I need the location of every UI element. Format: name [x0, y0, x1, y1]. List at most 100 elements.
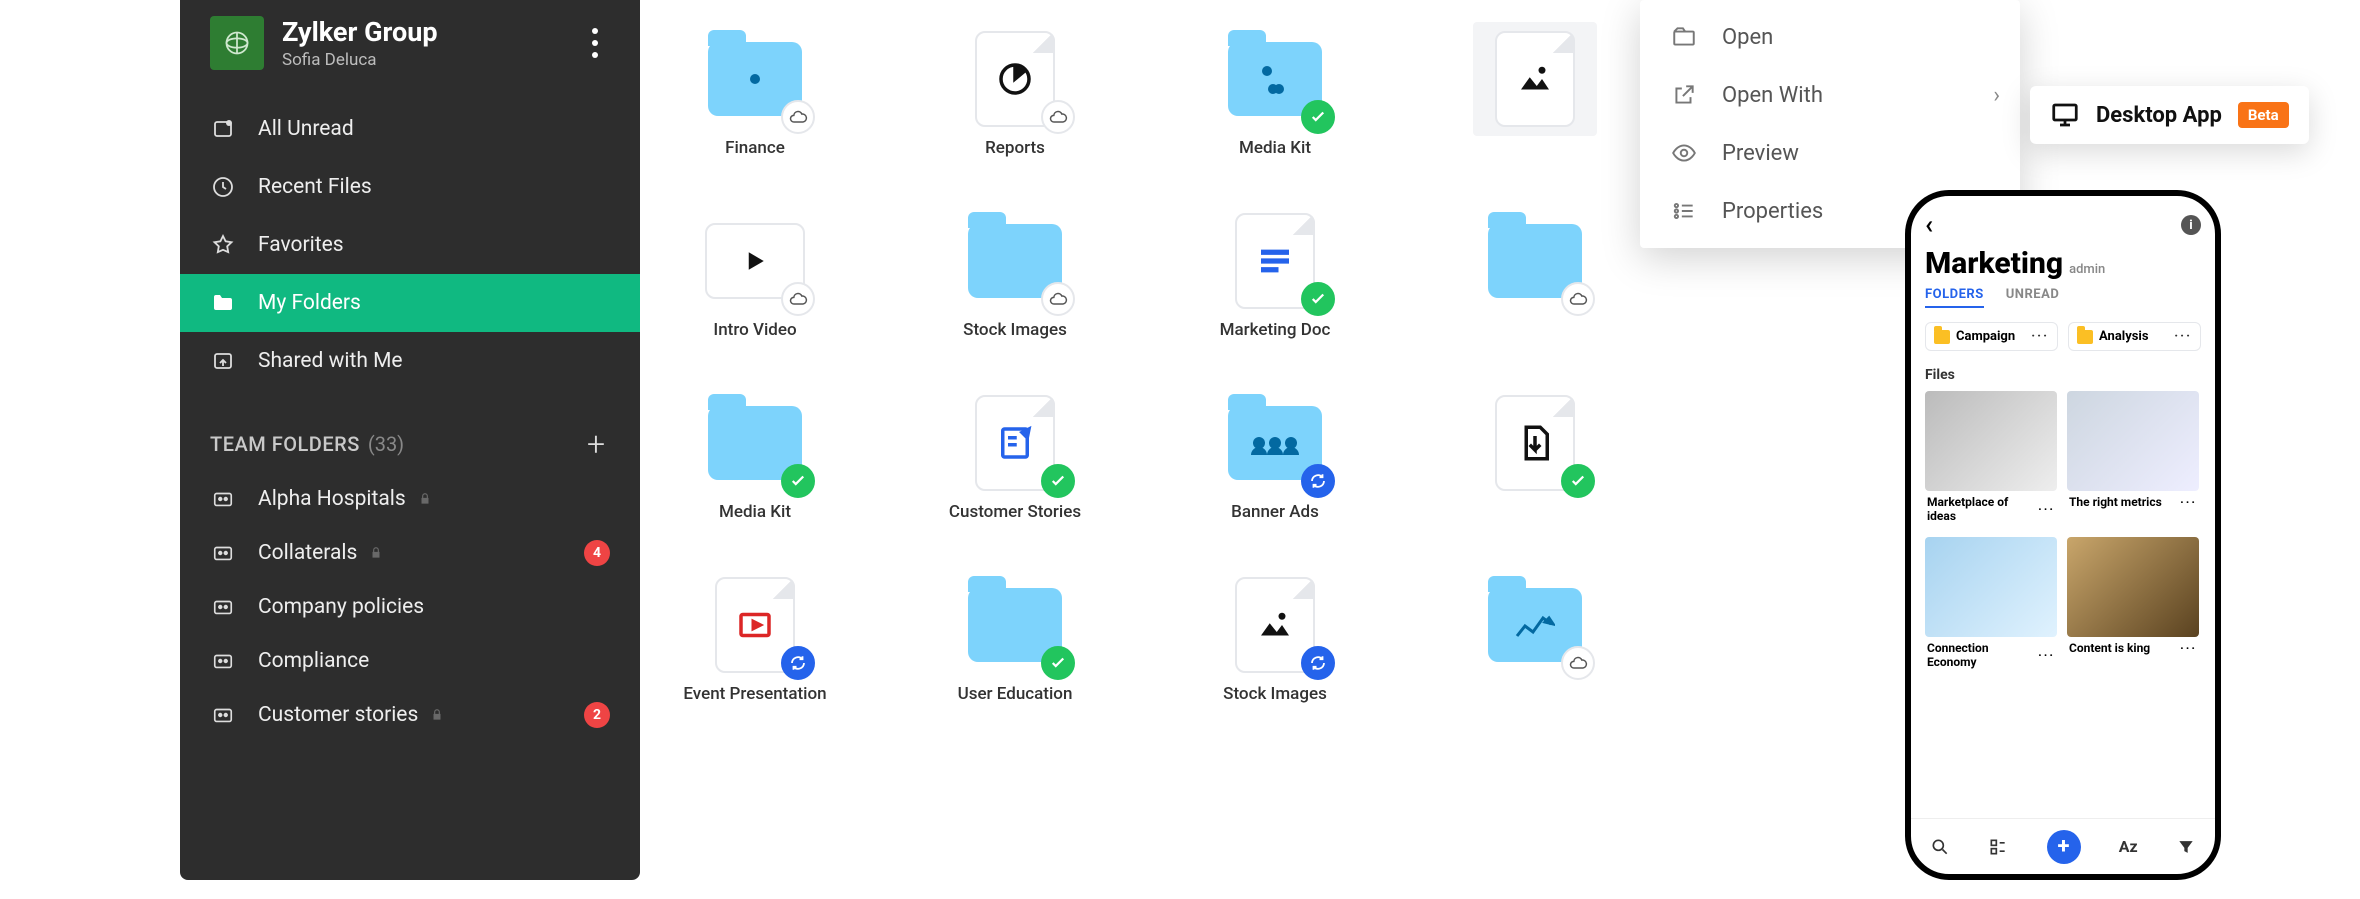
- file-item[interactable]: Banner Ads: [1200, 396, 1350, 522]
- clock-icon: [210, 174, 236, 200]
- file-item[interactable]: Customer Stories: [940, 396, 1090, 522]
- file-item[interactable]: User Education: [940, 578, 1090, 704]
- file-label: Media Kit: [719, 502, 791, 522]
- mobile-file-grid: Marketplace of ideas··· The right metric…: [1911, 387, 2215, 677]
- org-logo: [210, 16, 264, 70]
- file-thumb: [1483, 214, 1587, 308]
- team-item-compliance[interactable]: Compliance: [180, 634, 640, 688]
- nav-favorites[interactable]: Favorites: [180, 216, 640, 274]
- file-thumb: [963, 32, 1067, 126]
- file-label: Banner Ads: [1231, 502, 1319, 522]
- card-more[interactable]: ···: [2180, 495, 2197, 509]
- team-folder-icon: [210, 702, 236, 728]
- card-title: Marketplace of ideas: [1927, 495, 2038, 523]
- syncing-badge: [1301, 464, 1335, 498]
- file-thumb: [963, 578, 1067, 672]
- ctx-label: Open: [1722, 25, 1773, 50]
- file-label: Stock Images: [1223, 684, 1327, 704]
- team-item-alpha-hospitals[interactable]: Alpha Hospitals: [180, 472, 640, 526]
- nav-shared-with-me[interactable]: Shared with Me: [180, 332, 640, 390]
- chip-label: Analysis: [2099, 329, 2149, 344]
- view-toggle-icon[interactable]: [1988, 837, 2008, 857]
- file-item[interactable]: [1460, 396, 1610, 522]
- synced-badge: [1561, 464, 1595, 498]
- chip-analysis[interactable]: Analysis ···: [2068, 322, 2201, 351]
- mobile-card[interactable]: The right metrics···: [2067, 391, 2199, 527]
- lock-icon: [418, 492, 432, 506]
- tab-unread[interactable]: UNREAD: [2006, 287, 2060, 308]
- nav-my-folders[interactable]: My Folders: [180, 274, 640, 332]
- card-more[interactable]: ···: [2180, 641, 2197, 655]
- chip-more[interactable]: ···: [2031, 329, 2049, 344]
- desktop-app-submenu[interactable]: Desktop App Beta: [2030, 86, 2309, 144]
- file-item[interactable]: Reports: [940, 32, 1090, 158]
- chip-campaign[interactable]: Campaign ···: [1925, 322, 2058, 351]
- back-button[interactable]: ‹: [1925, 210, 1933, 240]
- share-icon: [210, 348, 236, 374]
- mobile-card[interactable]: Connection Economy···: [1925, 537, 2057, 673]
- team-folder-icon: [210, 486, 236, 512]
- tab-folders[interactable]: FOLDERS: [1925, 287, 1984, 308]
- card-thumbnail: [2067, 537, 2199, 637]
- file-thumb: [703, 396, 807, 490]
- cloud-badge: [781, 282, 815, 316]
- file-item[interactable]: Stock Images: [1200, 578, 1350, 704]
- star-icon: [210, 232, 236, 258]
- file-label: Event Presentation: [683, 684, 826, 704]
- cloud-badge: [1561, 282, 1595, 316]
- nav-all-unread[interactable]: All Unread: [180, 100, 640, 158]
- file-thumb: [1223, 214, 1327, 308]
- file-item[interactable]: [1460, 578, 1610, 704]
- file-item[interactable]: Media Kit: [680, 396, 830, 522]
- file-thumb: [1483, 32, 1587, 126]
- file-item[interactable]: Intro Video: [680, 214, 830, 340]
- ctx-open-with[interactable]: Open With ›: [1640, 66, 2020, 124]
- inbox-icon: [210, 116, 236, 142]
- files-section-label: Files: [1911, 361, 2215, 387]
- file-item[interactable]: Stock Images: [940, 214, 1090, 340]
- file-thumb: [963, 396, 1067, 490]
- file-item[interactable]: Media Kit: [1200, 32, 1350, 158]
- card-more[interactable]: ···: [2038, 502, 2055, 516]
- search-icon[interactable]: [1930, 837, 1950, 857]
- file-thumb: [703, 578, 807, 672]
- sort-button[interactable]: Az: [2119, 837, 2138, 856]
- file-thumb: [963, 214, 1067, 308]
- file-label: Marketing Doc: [1220, 320, 1331, 340]
- file-item[interactable]: Finance: [680, 32, 830, 158]
- team-item-company-policies[interactable]: Company policies: [180, 580, 640, 634]
- sidebar-more-button[interactable]: [580, 28, 610, 58]
- ctx-open[interactable]: Open: [1640, 8, 2020, 66]
- ctx-preview[interactable]: Preview: [1640, 124, 2020, 182]
- nav-recent-files[interactable]: Recent Files: [180, 158, 640, 216]
- file-item[interactable]: [1460, 214, 1610, 340]
- chip-label: Campaign: [1956, 329, 2015, 344]
- info-button[interactable]: i: [2181, 215, 2201, 235]
- mobile-title: Marketingadmin: [1911, 244, 2215, 281]
- team-item-label: Alpha Hospitals: [258, 487, 406, 511]
- file-item[interactable]: Event Presentation: [680, 578, 830, 704]
- file-item[interactable]: Marketing Doc: [1200, 214, 1350, 340]
- chevron-right-icon: ›: [1993, 83, 2000, 108]
- team-item-customer-stories[interactable]: Customer stories 2: [180, 688, 640, 742]
- file-label: Reports: [985, 138, 1045, 158]
- card-title: Content is king: [2069, 641, 2150, 655]
- lock-icon: [430, 708, 444, 722]
- monitor-icon: [2050, 100, 2080, 130]
- card-thumbnail: [2067, 391, 2199, 491]
- mobile-card[interactable]: Marketplace of ideas···: [1925, 391, 2057, 527]
- mobile-card[interactable]: Content is king ···: [2067, 537, 2199, 673]
- file-thumb: [703, 214, 807, 308]
- chip-more[interactable]: ···: [2174, 329, 2192, 344]
- file-grid: Finance Reports Media Kit Intro Video Stock …: [680, 32, 1680, 704]
- card-more[interactable]: ···: [2038, 648, 2055, 662]
- add-button[interactable]: +: [2047, 830, 2081, 864]
- file-item[interactable]: [1460, 32, 1610, 158]
- file-label: Finance: [725, 138, 785, 158]
- mobile-bottom-bar: + Az: [1911, 818, 2215, 874]
- filter-icon[interactable]: [2176, 837, 2196, 857]
- team-item-collaterals[interactable]: Collaterals 4: [180, 526, 640, 580]
- unread-badge: 4: [584, 540, 610, 566]
- add-team-folder-button[interactable]: +: [582, 430, 610, 458]
- image-thumbnail: [1495, 31, 1575, 127]
